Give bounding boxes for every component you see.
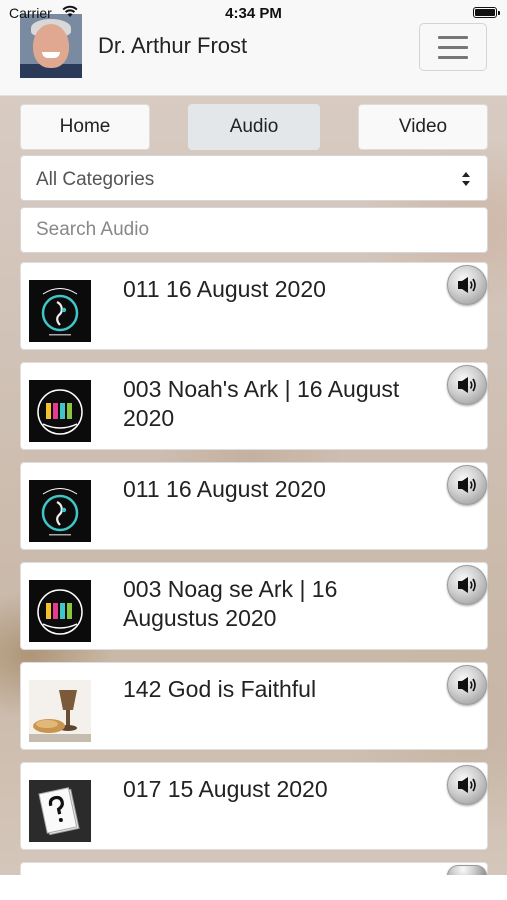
audio-title: 017 15 August 2020 xyxy=(123,776,328,802)
speaker-icon[interactable] xyxy=(447,565,487,605)
category-select[interactable]: All Categories xyxy=(20,155,488,201)
category-select-value: All Categories xyxy=(36,169,155,190)
list-item[interactable]: 011 16 August 2020 xyxy=(20,462,488,550)
list-item[interactable]: 011 16 August 2020 xyxy=(20,262,488,350)
list-item[interactable]: 017 15 August 2020 xyxy=(20,762,488,850)
speaker-icon[interactable] xyxy=(447,265,487,305)
battery-icon xyxy=(473,7,500,18)
communion-bread-cup-image xyxy=(29,680,91,742)
speaker-icon[interactable] xyxy=(447,765,487,805)
nav-tabs: Home Audio Video xyxy=(20,104,488,150)
fathers-heart-church-logo xyxy=(29,280,91,342)
search-input[interactable] xyxy=(20,207,488,253)
fathers-heart-kidz-logo xyxy=(29,380,91,442)
audio-title: 142 God is Faithful xyxy=(123,676,317,702)
question-mark-cards-image xyxy=(29,780,91,842)
hamburger-menu-icon xyxy=(438,36,468,59)
clock: 4:34 PM xyxy=(225,5,282,22)
audio-title: 011 16 August 2020 xyxy=(123,476,326,502)
audio-title: 003 Noah's Ark | 16 August 2020 xyxy=(123,376,400,431)
status-bar: Carrier 4:34 PM xyxy=(0,0,507,26)
tab-video[interactable]: Video xyxy=(358,104,488,150)
site-title[interactable]: Dr. Arthur Frost xyxy=(98,33,247,59)
tab-audio[interactable]: Audio xyxy=(188,104,320,150)
tab-home[interactable]: Home xyxy=(20,104,150,150)
fathers-heart-kidz-logo xyxy=(29,580,91,642)
speaker-icon[interactable] xyxy=(447,365,487,405)
list-item[interactable]: 003 Noag se Ark | 16 Augustus 2020 xyxy=(20,562,488,650)
audio-title: 003 Noag se Ark | 16 Augustus 2020 xyxy=(123,576,338,631)
fathers-heart-church-logo xyxy=(29,480,91,542)
sort-arrows-icon xyxy=(462,172,470,186)
list-item[interactable]: 003 Noah's Ark | 16 August 2020 xyxy=(20,362,488,450)
audio-title: 011 16 August 2020 xyxy=(123,276,326,302)
bottom-safe-area xyxy=(0,875,507,900)
speaker-icon[interactable] xyxy=(447,665,487,705)
list-item[interactable]: 142 God is Faithful xyxy=(20,662,488,750)
list-item-partial[interactable] xyxy=(20,862,488,876)
speaker-icon[interactable] xyxy=(447,465,487,505)
menu-button[interactable] xyxy=(419,23,487,71)
